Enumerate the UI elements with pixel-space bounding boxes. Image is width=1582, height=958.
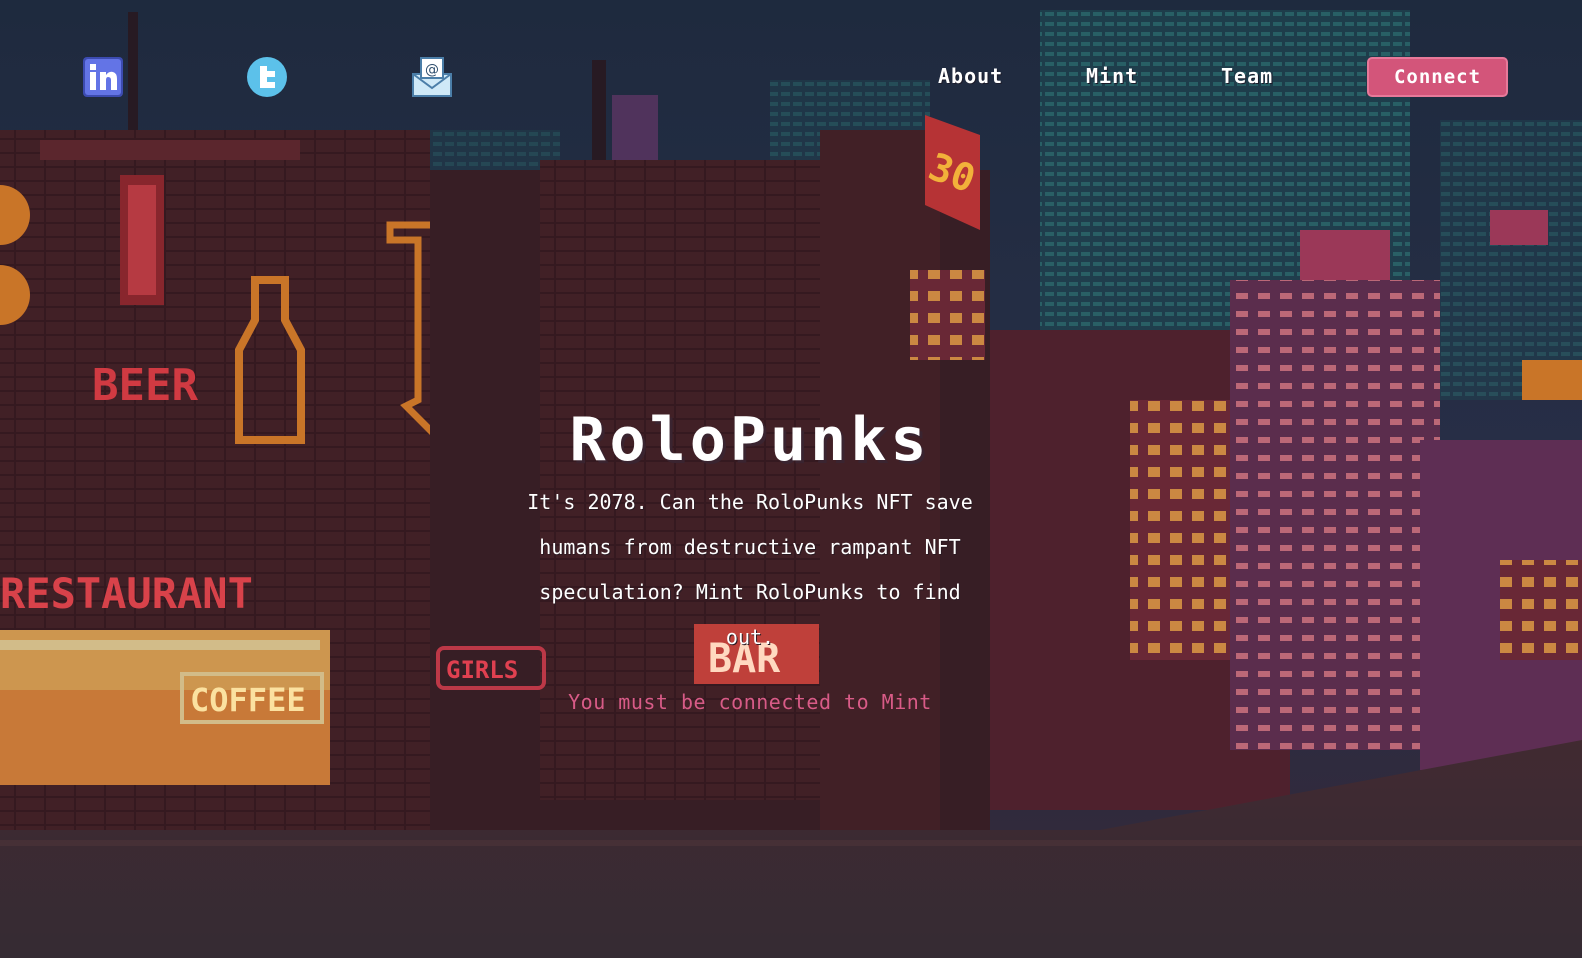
email-icon: @ <box>412 57 452 97</box>
girls-sign-text: GIRLS <box>446 656 518 684</box>
svg-text:@: @ <box>425 62 439 78</box>
restaurant-sign-text: RESTAURANT <box>0 569 253 618</box>
email-link[interactable]: @ <box>411 56 453 98</box>
connect-button[interactable]: Connect <box>1367 57 1508 97</box>
twitter-icon <box>247 57 287 97</box>
beer-sign-text: BEER <box>92 360 198 411</box>
linkedin-icon <box>83 57 123 97</box>
nav-about-link[interactable]: About <box>938 64 1003 88</box>
city-background: BEER RESTAURANT COFFEE GIRLS BAR 30 <box>0 0 1582 958</box>
twitter-link[interactable] <box>246 56 288 98</box>
hero-description: It's 2078. Can the RoloPunks NFT save hu… <box>527 490 973 649</box>
linkedin-link[interactable] <box>82 56 124 98</box>
hero-title: RoloPunks <box>569 405 931 475</box>
nav-mint-link[interactable]: Mint <box>1086 64 1138 88</box>
nav-team-link[interactable]: Team <box>1221 64 1273 88</box>
mint-status-message: You must be connected to Mint <box>568 690 932 714</box>
